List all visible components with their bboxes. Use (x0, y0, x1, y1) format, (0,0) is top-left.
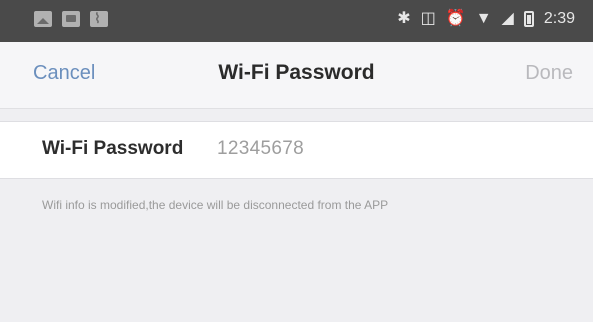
wifi-icon: ▼ (475, 10, 492, 27)
battery-icon (523, 11, 534, 27)
vibrate-icon: ◫ (420, 10, 436, 27)
done-button[interactable]: Done (525, 62, 573, 85)
activity-icon (90, 10, 108, 27)
status-time: 2:39 (543, 10, 575, 27)
gallery-icon (62, 11, 80, 27)
wifi-password-field[interactable]: 12345678 (217, 138, 304, 160)
notification-icons (34, 10, 108, 27)
photo-icon (34, 11, 52, 27)
wifi-password-label: Wi-Fi Password (42, 138, 184, 159)
wifi-password-row[interactable]: Wi-Fi Password 12345678 (0, 121, 593, 179)
hint-text: Wifi info is modified,the device will be… (42, 198, 389, 212)
signal-icon: ◢ (501, 10, 514, 27)
page-title: Wi-Fi Password (218, 61, 375, 84)
navigation-bar: Cancel Wi-Fi Password Done (0, 42, 593, 109)
status-bar: ✱ ◫ ⏰ ▼ ◢ 2:39 (0, 0, 593, 42)
system-icons: ✱ ◫ ⏰ ▼ ◢ 2:39 (397, 9, 575, 29)
alarm-icon: ⏰ (445, 10, 466, 27)
app-screen: ✱ ◫ ⏰ ▼ ◢ 2:39 Cancel Wi-Fi Password Don… (0, 0, 593, 322)
bluetooth-icon: ✱ (397, 10, 411, 27)
